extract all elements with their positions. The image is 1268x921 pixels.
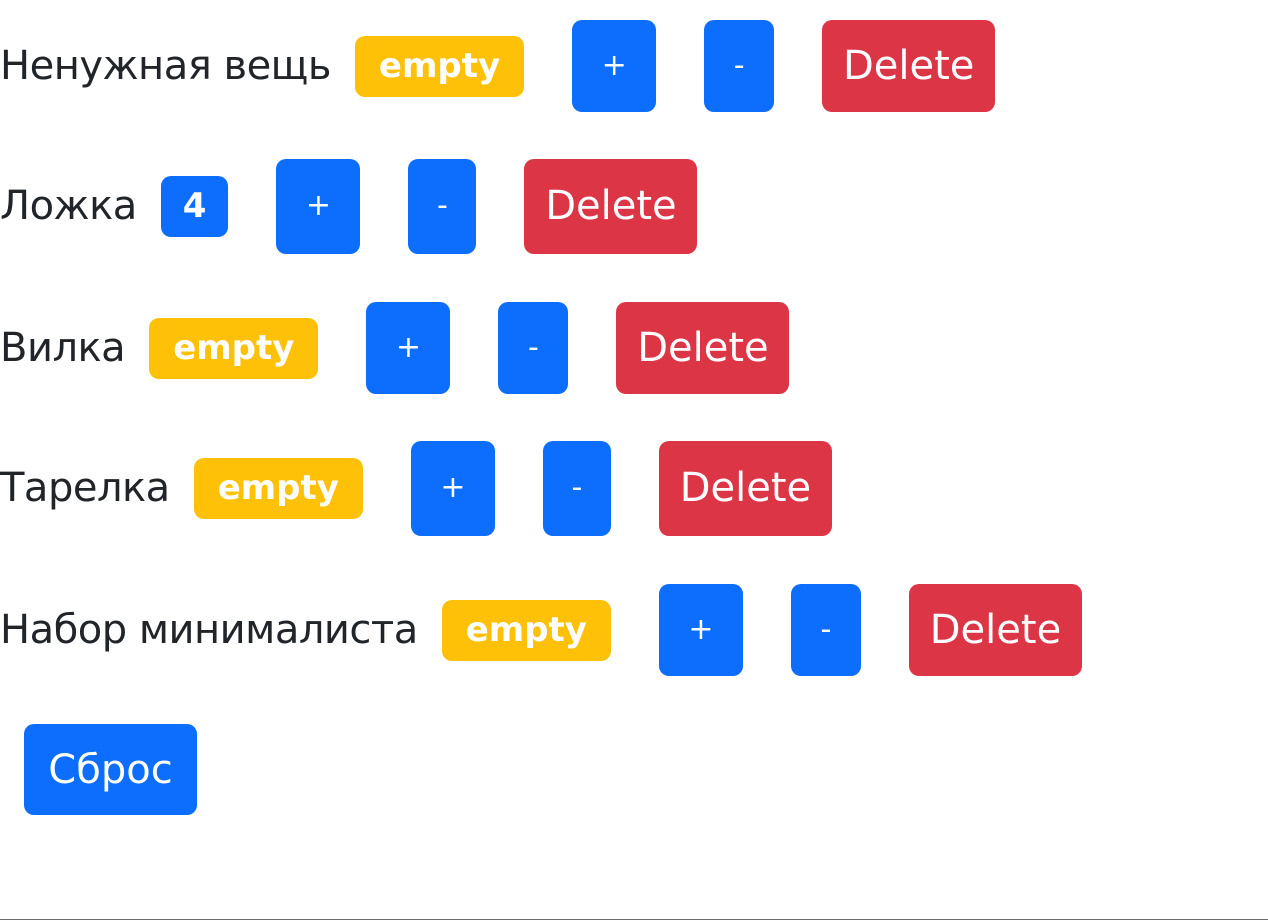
increment-button[interactable]: +: [276, 158, 361, 254]
counter-row: Набор минималиста empty + - Delete: [0, 582, 1082, 678]
counters-page: Ненужная вещь empty + - Delete Ложка 4 +…: [0, 0, 1268, 921]
increment-button[interactable]: +: [366, 302, 451, 394]
divider: [0, 919, 1268, 920]
item-name: Ненужная вещь: [0, 43, 331, 89]
delete-button[interactable]: Delete: [524, 158, 698, 254]
delete-button[interactable]: Delete: [908, 584, 1082, 676]
item-name: Вилка: [0, 325, 126, 371]
counter-row: Ненужная вещь empty + - Delete: [0, 18, 996, 114]
decrement-button[interactable]: -: [704, 20, 775, 112]
counter-row: Ложка 4 + - Delete: [0, 158, 698, 254]
counter-row: Тарелка empty + - Delete: [0, 440, 832, 536]
item-name: Ложка: [0, 183, 137, 229]
counter-row: Вилка empty + - Delete: [0, 300, 790, 396]
item-name: Набор минималиста: [0, 607, 418, 653]
count-badge: empty: [441, 599, 611, 661]
delete-button[interactable]: Delete: [822, 20, 996, 112]
item-name: Тарелка: [0, 465, 170, 511]
count-badge: empty: [193, 457, 363, 519]
count-badge: empty: [354, 35, 525, 97]
reset-button[interactable]: Сброс: [24, 724, 197, 815]
decrement-button[interactable]: -: [498, 302, 569, 394]
decrement-button[interactable]: -: [408, 158, 477, 254]
increment-button[interactable]: +: [658, 584, 743, 676]
increment-button[interactable]: +: [572, 20, 657, 112]
delete-button[interactable]: Delete: [658, 440, 832, 536]
decrement-button[interactable]: -: [790, 584, 861, 676]
decrement-button[interactable]: -: [542, 440, 611, 536]
increment-button[interactable]: +: [410, 440, 495, 536]
count-badge: empty: [149, 317, 319, 379]
count-badge: 4: [160, 175, 229, 237]
delete-button[interactable]: Delete: [616, 302, 790, 394]
